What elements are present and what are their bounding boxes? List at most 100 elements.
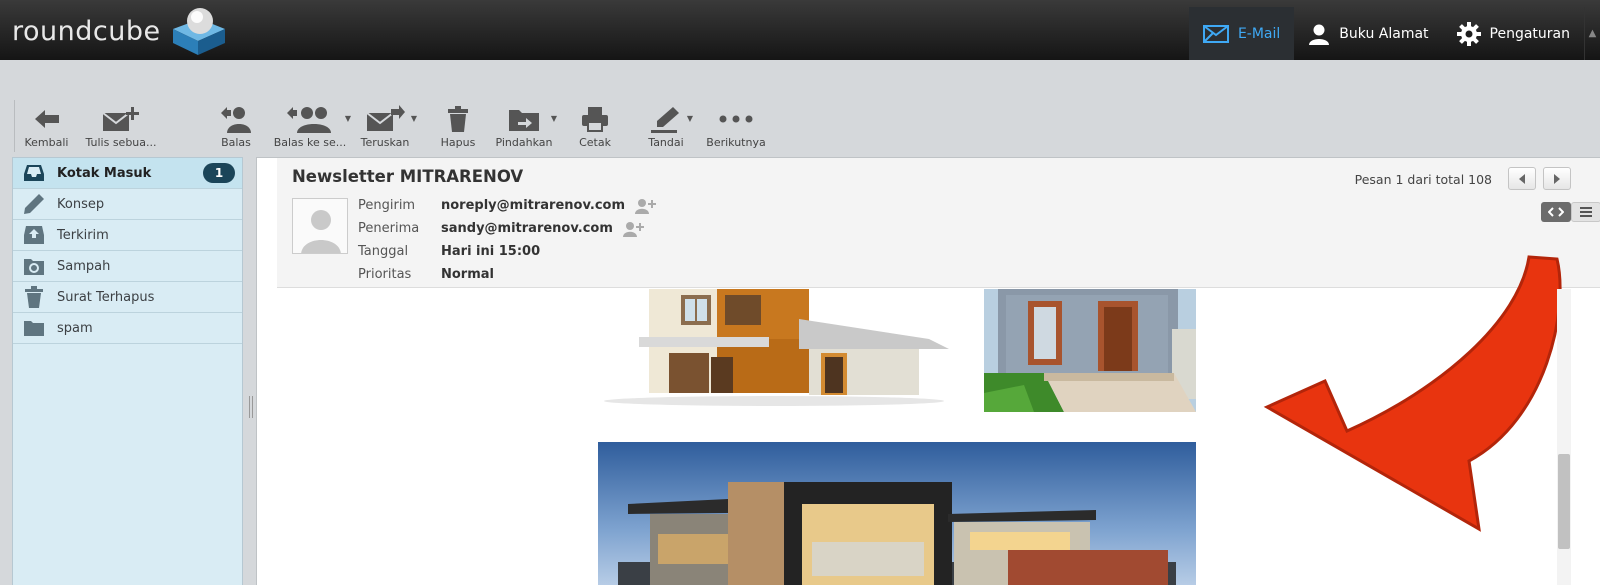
nav-collapse-caret[interactable]: ▲ (1584, 7, 1600, 60)
triangle-left-icon (1519, 173, 1525, 184)
inbox-icon (24, 165, 44, 181)
reply-all-icon (287, 107, 331, 133)
header-priority-row: Prioritas Normal (358, 263, 656, 286)
main-nav: E-Mail Buku Alamat Pengaturan ▲ (1188, 7, 1600, 60)
add-contact-icon[interactable] (622, 221, 644, 237)
folder-junk-label: Sampah (57, 258, 111, 274)
unread-count-badge: 1 (203, 163, 235, 183)
folder-sent-label: Terkirim (57, 227, 109, 243)
move-button[interactable]: Pindahkan ▼ (493, 100, 557, 152)
view-source-button[interactable] (1541, 202, 1571, 222)
print-button[interactable]: Cetak (573, 100, 617, 152)
printer-icon (582, 107, 608, 132)
header-from-row: Pengirim noreply@mitrarenov.com (358, 194, 656, 217)
more-dots-icon (719, 115, 753, 123)
header-date-row: Tanggal Hari ini 15:00 (358, 240, 656, 263)
reply-all-dropdown-caret[interactable]: ▼ (345, 114, 351, 123)
headers-toggle-button[interactable] (1571, 202, 1600, 222)
junk-icon (24, 259, 44, 275)
back-button[interactable]: Kembali (14, 100, 78, 152)
header-from-value[interactable]: noreply@mitrarenov.com (441, 198, 656, 214)
envelope-icon (1202, 24, 1229, 43)
header-priority-value: Normal (441, 267, 494, 282)
marker-pen-icon (651, 107, 679, 133)
mark-label: Tandai (648, 136, 684, 149)
back-label: Kembali (24, 136, 69, 149)
code-icon (1548, 207, 1564, 217)
house-image-3 (598, 442, 1196, 585)
forward-dropdown-caret[interactable]: ▼ (411, 114, 417, 123)
nav-email[interactable]: E-Mail (1188, 7, 1295, 60)
nav-address-book-label: Buku Alamat (1339, 25, 1429, 42)
nav-settings[interactable]: Pengaturan (1443, 7, 1584, 60)
message-body (257, 255, 1600, 585)
reply-all-button[interactable]: Balas ke se... ▼ (271, 100, 351, 152)
scrollbar-thumb[interactable] (1558, 454, 1570, 549)
sender-avatar (292, 198, 348, 254)
folder-move-icon (509, 110, 539, 131)
folder-drafts-label: Konsep (57, 196, 105, 212)
header-to-value[interactable]: sandy@mitrarenov.com (441, 221, 644, 237)
red-arrow-annotation (1263, 255, 1562, 532)
forward-button[interactable]: Teruskan ▼ (355, 100, 417, 152)
delete-button[interactable]: Hapus (435, 100, 481, 152)
roundcube-logo[interactable]: roundcube (12, 8, 229, 55)
delete-label: Hapus (440, 136, 476, 149)
top-bar: roundcube E-Mail Buku Alamat Pengaturan … (0, 0, 1600, 60)
folder-spam-label: spam (57, 320, 93, 336)
pane-splitter[interactable] (249, 396, 253, 418)
message-toolbar: Kembali Tulis sebua... Balas Balas ke se… (14, 100, 771, 152)
person-icon (1309, 24, 1330, 45)
nav-settings-label: Pengaturan (1489, 25, 1570, 42)
folder-trash-label: Surat Terhapus (57, 289, 155, 305)
next-message-button[interactable] (1543, 167, 1571, 190)
header-to-row: Penerima sandy@mitrarenov.com (358, 217, 656, 240)
folder-junk[interactable]: Sampah (13, 251, 242, 282)
list-icon (1580, 207, 1592, 217)
folder-drafts[interactable]: Konsep (13, 189, 242, 220)
triangle-right-icon (1554, 173, 1560, 184)
recipient-address[interactable]: sandy@mitrarenov.com (441, 221, 613, 236)
sender-address[interactable]: noreply@mitrarenov.com (441, 198, 625, 213)
move-dropdown-caret[interactable]: ▼ (551, 114, 557, 123)
folder-spam[interactable]: spam (13, 313, 242, 344)
header-to-label: Penerima (358, 221, 420, 236)
reply-label: Balas (221, 136, 251, 149)
trash-icon (25, 286, 43, 308)
compose-button[interactable]: Tulis sebua... (78, 100, 164, 152)
mark-button[interactable]: Tandai ▼ (641, 100, 693, 152)
folder-list: Kotak Masuk 1 Konsep Terkirim Sampah Sur… (12, 157, 243, 585)
header-date-label: Tanggal (358, 244, 409, 259)
mark-dropdown-caret[interactable]: ▼ (687, 114, 693, 123)
compose-icon (102, 107, 139, 131)
nav-email-label: E-Mail (1237, 25, 1281, 42)
print-label: Cetak (579, 136, 611, 149)
previous-message-button[interactable] (1508, 167, 1536, 190)
gear-icon (1456, 21, 1481, 46)
arrow-left-icon (34, 110, 59, 128)
header-fields: Pengirim noreply@mitrarenov.com Penerima… (358, 194, 656, 286)
forward-icon (366, 105, 405, 131)
folder-trash[interactable]: Surat Terhapus (13, 282, 242, 313)
pencil-icon (24, 194, 44, 214)
compose-label: Tulis sebua... (85, 136, 157, 149)
reply-all-label: Balas ke se... (273, 136, 347, 149)
folder-inbox[interactable]: Kotak Masuk 1 (13, 158, 242, 189)
header-priority-label: Prioritas (358, 267, 412, 282)
more-label: Berikutnya (706, 136, 766, 149)
folder-icon (24, 321, 44, 336)
reply-button[interactable]: Balas (214, 100, 258, 152)
reply-icon (221, 107, 251, 133)
message-subject: Newsletter MITRARENOV (292, 167, 524, 186)
nav-address-book[interactable]: Buku Alamat (1294, 7, 1442, 60)
folder-sent[interactable]: Terkirim (13, 220, 242, 251)
trash-icon (448, 106, 468, 132)
house-image-2 (984, 289, 1196, 412)
sent-icon (24, 226, 44, 244)
cube-logo-icon (172, 8, 225, 55)
message-counter: Pesan 1 dari total 108 (1354, 172, 1492, 187)
add-contact-icon[interactable] (634, 198, 656, 214)
house-image-1 (604, 289, 949, 406)
more-button[interactable]: Berikutnya (701, 100, 771, 152)
logo-text: roundcube (12, 15, 161, 47)
